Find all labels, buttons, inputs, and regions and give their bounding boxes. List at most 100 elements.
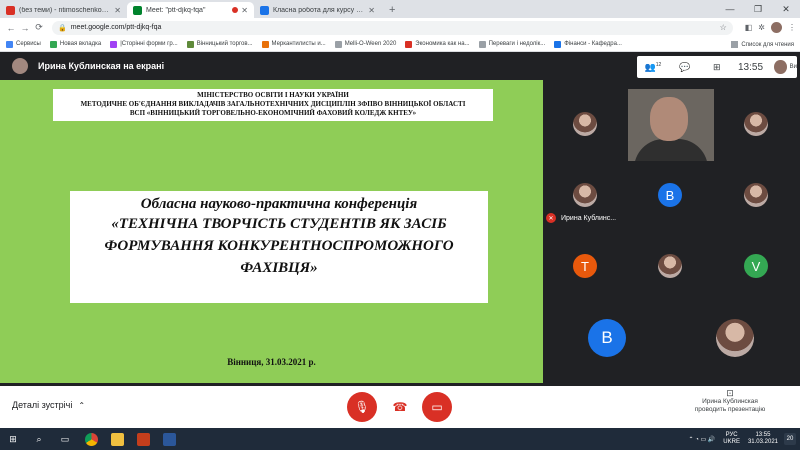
maximize-button[interactable]: ❐ — [744, 0, 772, 18]
participant-avatar-letter[interactable]: T — [573, 254, 597, 278]
participant-avatar-letter[interactable]: B — [588, 319, 626, 357]
mic-toggle-button[interactable]: 🎙 — [347, 392, 377, 422]
camera-off-icon: ▭ — [431, 400, 443, 414]
close-icon[interactable]: ✕ — [241, 6, 248, 15]
meeting-controls: Деталі зустрічі ⌃ 🎙 ☎ ▭ ⊡ Ирина Кублинск… — [0, 386, 800, 428]
page-icon — [49, 40, 57, 48]
search-icon[interactable]: ⌕ — [26, 428, 52, 450]
participant-avatar[interactable] — [744, 112, 768, 136]
reading-list[interactable]: Список для чтения — [731, 37, 794, 51]
slide-header-line: МЕТОДИЧНЕ ОБ'ЄДНАННЯ ВИКЛАДАЧІВ ЗАГАЛЬНО… — [80, 100, 466, 108]
tab-classroom[interactable]: Класна робота для курсу "Бан ✕ — [254, 2, 381, 18]
presenter-bar: Ирина Кублинская на екрані — [0, 53, 630, 79]
tab-meet[interactable]: Meet: "ptt-djkq-fqa" ✕ — [127, 2, 254, 18]
presenting-name: Ирина Кублинская — [702, 398, 758, 405]
browser-tab-strip: (без теми) - ntimoschenkom@gm ✕ Meet: "p… — [0, 0, 800, 18]
participant-body — [634, 139, 708, 161]
word-icon[interactable] — [156, 428, 182, 450]
bookmarks-bar: Сервисы Новая вкладка |Сторінні форми гр… — [0, 37, 800, 52]
bookmark-item[interactable]: Экономика как на... — [405, 40, 470, 48]
mic-off-icon: 🎙 — [354, 400, 370, 414]
windows-start-icon[interactable]: ⊞ — [0, 428, 26, 450]
participant-avatar[interactable] — [658, 254, 682, 278]
participant-avatar[interactable] — [744, 183, 768, 207]
minimize-button[interactable]: — — [716, 0, 744, 18]
system-tray: ⌃ ◔ ▭ 🔊 РУС UKRE 13:55 31.03.2021 20 — [689, 428, 796, 450]
participant-avatar[interactable] — [716, 319, 754, 357]
presentation-slide: МІНІСТЕРСТВО ОСВІТИ І НАУКИ УКРАЇНИ МЕТО… — [0, 80, 543, 383]
reload-button[interactable]: ⟳ — [32, 22, 46, 33]
puzzle-icon[interactable]: ✲ — [758, 23, 765, 32]
chevron-up-icon: ⌃ — [78, 400, 86, 410]
leave-call-button[interactable]: ☎ — [385, 392, 415, 422]
bookmark-item[interactable]: Melli-O-Ween 2020 — [334, 40, 396, 48]
lock-icon: 🔒 — [58, 24, 67, 32]
presenter-label: Ирина Кублинская на екрані — [38, 61, 165, 71]
apps-icon — [6, 40, 13, 48]
participant-avatar[interactable] — [573, 112, 597, 136]
presenting-status[interactable]: ⊡ Ирина Кублинская проводить презентацію — [680, 389, 780, 414]
chrome-icon[interactable] — [78, 428, 104, 450]
url-text: meet.google.com/ptt-djkq-fqa — [70, 24, 162, 31]
page-icon — [186, 40, 194, 48]
presenter-avatar — [12, 58, 28, 74]
bookmark-item[interactable]: Сервисы — [6, 40, 41, 48]
powerpoint-icon[interactable] — [130, 428, 156, 450]
video-tile-camera[interactable] — [628, 89, 714, 161]
close-icon[interactable]: ✕ — [368, 6, 375, 15]
windows-taskbar: ⊞ ⌕ ▭ ⌃ ◔ ▭ 🔊 РУС UKRE 13:55 31.03.2021 … — [0, 428, 800, 450]
activities-icon[interactable]: ⊞ — [701, 62, 733, 73]
bookmark-item[interactable]: Меркантилисты и... — [261, 40, 326, 48]
menu-icon[interactable]: ⋮ — [788, 23, 796, 32]
bookmark-item[interactable]: Фінанси - Кафедра... — [554, 40, 622, 48]
participants-count: 12 — [655, 61, 662, 68]
close-icon[interactable]: ✕ — [114, 6, 121, 15]
extension-icon[interactable]: ◧ — [745, 23, 753, 32]
camera-toggle-button[interactable]: ▭ — [422, 392, 452, 422]
slide-header-line: ВСП «ВІННИЦЬКИЙ ТОРГОВЕЛЬНО-ЕКОНОМІЧНИЙ … — [129, 109, 417, 117]
present-screen-icon: ⊡ — [726, 388, 734, 398]
bookmark-item[interactable]: Переваги і недолік... — [478, 40, 545, 48]
self-avatar — [774, 60, 787, 74]
address-bar[interactable]: 🔒 meet.google.com/ptt-djkq-fqa ☆ — [52, 20, 733, 35]
meeting-clock: 13:55 — [737, 61, 764, 73]
phone-hangup-icon: ☎ — [392, 400, 408, 414]
bookmark-item[interactable]: Вінницький торгов... — [186, 40, 253, 48]
slide-title-line1: Обласна науково-практична конференція — [140, 196, 418, 212]
tab-label: Meet: "ptt-djkq-fqa" — [146, 6, 206, 14]
chat-icon[interactable]: 💬 — [669, 62, 701, 73]
screen: (без теми) - ntimoschenkom@gm ✕ Meet: "p… — [0, 0, 800, 450]
participant-avatar-letter[interactable]: V — [744, 254, 768, 278]
task-view-icon[interactable]: ▭ — [52, 428, 78, 450]
bookmark-item[interactable]: |Сторінні форми гр... — [110, 40, 178, 48]
browser-toolbar: ← → ⟳ 🔒 meet.google.com/ptt-djkq-fqa ☆ ◧… — [0, 18, 800, 37]
window-controls: — ❐ ✕ — [716, 0, 800, 18]
participant-avatar[interactable] — [573, 183, 597, 207]
back-button[interactable]: ← — [4, 23, 18, 33]
participants-button[interactable]: 👥12 — [637, 62, 669, 73]
presenting-text: проводить презентацію — [694, 406, 766, 413]
close-window-button[interactable]: ✕ — [772, 0, 800, 18]
slide-footer: Вінниця, 31.03.2021 р. — [227, 357, 316, 367]
slide-title-line2: «ТЕХНІЧНА ТВОРЧІСТЬ СТУДЕНТІВ ЯК ЗАСІБ Ф… — [104, 216, 454, 276]
star-icon[interactable]: ☆ — [720, 23, 727, 32]
mic-off-icon: ✕ — [546, 213, 556, 223]
forward-button[interactable]: → — [18, 23, 32, 33]
clock[interactable]: 13:55 31.03.2021 — [748, 432, 778, 446]
slide-header-line: МІНІСТЕРСТВО ОСВІТИ І НАУКИ УКРАЇНИ — [197, 91, 349, 99]
notifications-button[interactable]: 20 — [784, 433, 796, 445]
bookmark-item[interactable]: Новая вкладка — [49, 40, 101, 48]
profile-avatar[interactable] — [771, 22, 782, 33]
page-icon — [334, 40, 342, 48]
language-indicator[interactable]: РУС UKRE — [723, 432, 740, 446]
tab-gmail[interactable]: (без теми) - ntimoschenkom@gm ✕ — [0, 2, 127, 18]
new-tab-button[interactable]: + — [381, 2, 403, 18]
meeting-details-button[interactable]: Деталі зустрічі ⌃ — [12, 400, 85, 410]
gmail-icon — [6, 5, 15, 15]
tray-icons[interactable]: ⌃ ◔ ▭ 🔊 — [689, 436, 716, 443]
meeting-info-bar: 👥12 💬 ⊞ 13:55 Ви — [637, 56, 797, 78]
slide-title-box: Обласна науково-практична конференція «Т… — [70, 191, 488, 303]
page-icon — [110, 40, 118, 48]
file-explorer-icon[interactable] — [104, 428, 130, 450]
participant-avatar-letter[interactable]: B — [658, 183, 682, 207]
